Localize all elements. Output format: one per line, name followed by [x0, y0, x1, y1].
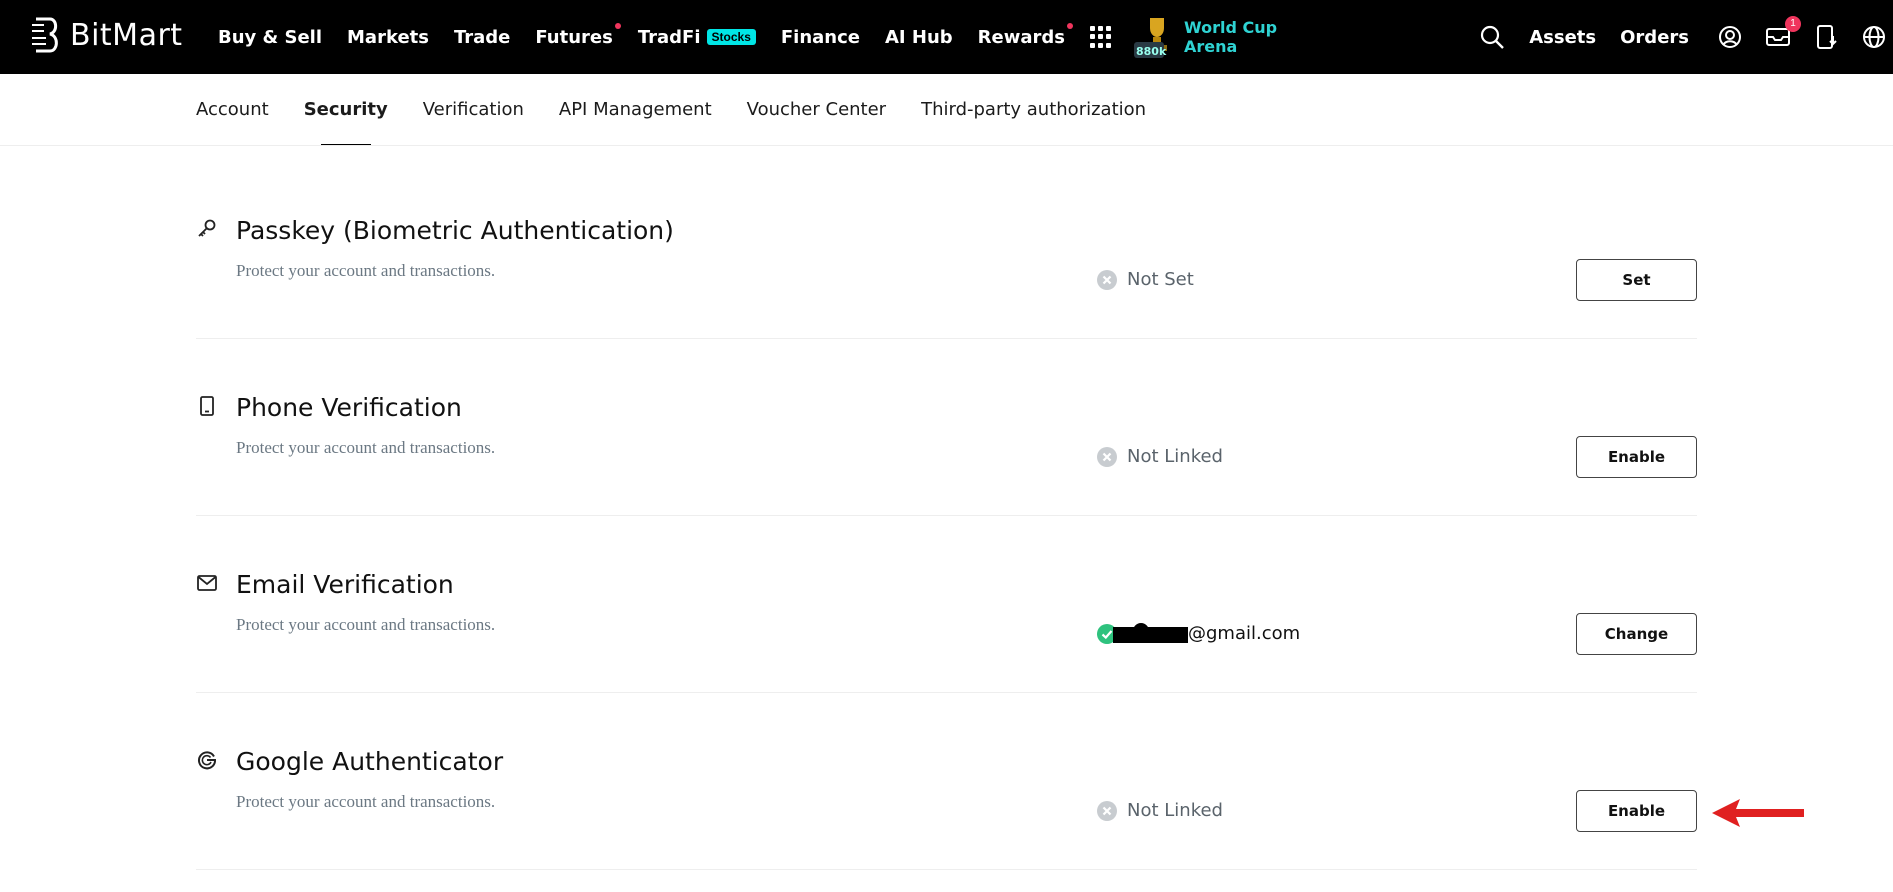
- stocks-badge: Stocks: [706, 29, 756, 45]
- bitmart-logo[interactable]: BitMart: [30, 15, 183, 55]
- row-title: Google Authenticator: [236, 747, 504, 776]
- security-row-phone: Phone Verification Protect your account …: [196, 339, 1697, 516]
- new-dot-indicator: [614, 22, 621, 29]
- nav-right: Assets Orders 1: [1457, 0, 1893, 74]
- security-row-passkey: Passkey (Biometric Authentication) Prote…: [196, 162, 1697, 339]
- status-indicator: Not Linked: [1097, 446, 1223, 467]
- row-title: Phone Verification: [236, 393, 462, 422]
- tab-verification[interactable]: Verification: [423, 74, 524, 146]
- nav-markets[interactable]: Markets: [347, 27, 429, 48]
- set-passkey-button[interactable]: Set: [1576, 259, 1697, 301]
- row-description: Protect your account and transactions.: [236, 261, 496, 280]
- redacted-email-block: [1113, 622, 1188, 643]
- world-cup-promo[interactable]: 880k World Cup Arena: [1132, 14, 1277, 60]
- top-navbar: BitMart Buy & Sell Markets Trade Futures…: [0, 0, 1893, 74]
- enable-phone-button[interactable]: Enable: [1576, 436, 1697, 478]
- enable-google-authenticator-button[interactable]: Enable: [1576, 790, 1697, 832]
- nav-rewards[interactable]: Rewards: [978, 22, 1073, 48]
- main-nav: Buy & Sell Markets Trade Futures TradFi S…: [218, 0, 1277, 74]
- tab-account[interactable]: Account: [196, 74, 269, 146]
- key-icon: [196, 218, 218, 240]
- nav-tradfi[interactable]: TradFi Stocks: [638, 27, 756, 48]
- change-email-button[interactable]: Change: [1576, 613, 1697, 655]
- status-indicator: Not Linked: [1097, 800, 1223, 821]
- account-subtabs: Account Security Verification API Manage…: [196, 74, 1181, 146]
- not-linked-x-icon: [1097, 800, 1117, 821]
- tab-security[interactable]: Security: [304, 74, 388, 146]
- tab-voucher-center[interactable]: Voucher Center: [747, 74, 886, 146]
- status-text: Not Set: [1127, 269, 1194, 290]
- linked-email-status: @gmail.com: [1097, 622, 1301, 644]
- promo-line-1: World Cup: [1184, 18, 1278, 37]
- email-domain-text: @gmail.com: [1188, 623, 1301, 644]
- row-title: Email Verification: [236, 570, 454, 599]
- row-description: Protect your account and transactions.: [236, 792, 496, 811]
- promo-line-2: Arena: [1184, 37, 1238, 56]
- apps-grid-icon[interactable]: [1090, 26, 1112, 48]
- svg-text:880k: 880k: [1136, 45, 1167, 58]
- tab-api-management[interactable]: API Management: [559, 74, 712, 146]
- subtabs-divider: [0, 145, 1893, 146]
- tab-third-party-authorization[interactable]: Third-party authorization: [921, 74, 1146, 146]
- row-description: Protect your account and transactions.: [236, 615, 496, 634]
- brand-name: BitMart: [70, 17, 183, 53]
- not-linked-x-icon: [1097, 446, 1117, 467]
- nav-futures[interactable]: Futures: [535, 22, 621, 48]
- red-arrow-annotation: [1712, 799, 1804, 827]
- nav-ai-hub[interactable]: AI Hub: [885, 27, 953, 48]
- google-icon: [196, 749, 218, 771]
- status-indicator: Not Set: [1097, 269, 1194, 290]
- nav-finance[interactable]: Finance: [781, 27, 860, 48]
- security-row-google-authenticator: Google Authenticator Protect your accoun…: [196, 693, 1697, 870]
- nav-buy-sell[interactable]: Buy & Sell: [218, 27, 322, 48]
- mail-icon: [196, 572, 218, 594]
- inbox-icon[interactable]: 1: [1765, 16, 1801, 50]
- globe-icon[interactable]: [1861, 24, 1887, 50]
- notification-count-badge: 1: [1785, 16, 1801, 32]
- row-description: Protect your account and transactions.: [236, 438, 496, 457]
- user-profile-icon[interactable]: [1717, 24, 1743, 50]
- assets-link[interactable]: Assets: [1529, 27, 1596, 48]
- security-row-email: Email Verification Protect your account …: [196, 516, 1697, 693]
- download-app-icon[interactable]: [1813, 24, 1839, 50]
- status-text: Not Linked: [1127, 800, 1223, 821]
- new-dot-indicator: [1067, 22, 1073, 29]
- nav-trade[interactable]: Trade: [454, 27, 510, 48]
- not-set-x-icon: [1097, 269, 1117, 290]
- bitmart-logo-icon: [32, 17, 58, 53]
- trophy-icon: 880k: [1132, 14, 1178, 60]
- status-text: Not Linked: [1127, 446, 1223, 467]
- orders-link[interactable]: Orders: [1620, 27, 1689, 48]
- search-icon[interactable]: [1479, 24, 1505, 50]
- phone-icon: [196, 395, 218, 417]
- row-title: Passkey (Biometric Authentication): [236, 216, 674, 245]
